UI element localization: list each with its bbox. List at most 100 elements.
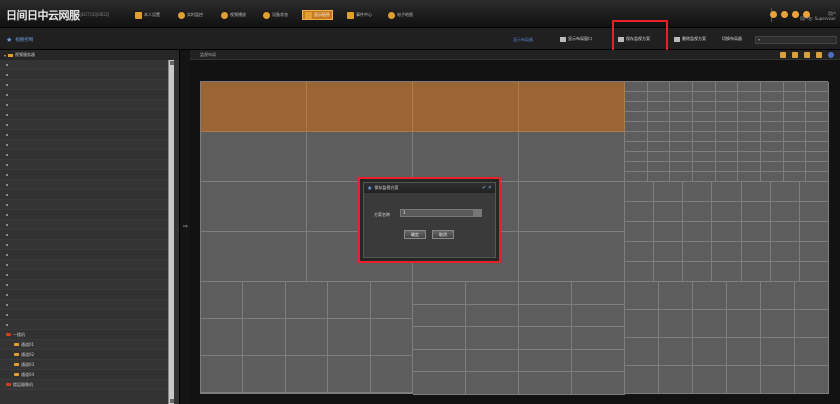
video-cell[interactable]: [715, 152, 739, 162]
tree-scrollbar[interactable]: [168, 60, 174, 404]
video-cell[interactable]: [625, 366, 659, 394]
nav-device-status[interactable]: 设备状态: [263, 10, 288, 20]
video-cell[interactable]: [625, 132, 648, 142]
video-cell[interactable]: [783, 122, 807, 132]
video-cell[interactable]: [806, 132, 829, 142]
video-cell[interactable]: [712, 182, 742, 202]
video-cell[interactable]: [693, 310, 727, 338]
video-cell[interactable]: [738, 172, 761, 182]
video-cell[interactable]: [201, 356, 244, 393]
video-cell[interactable]: [625, 182, 655, 202]
ok-button[interactable]: 确定: [404, 230, 426, 239]
video-cell[interactable]: [625, 202, 655, 222]
video-cell[interactable]: [625, 282, 659, 310]
video-cell[interactable]: [783, 82, 807, 92]
video-cell[interactable]: [712, 242, 742, 262]
video-cell[interactable]: [625, 92, 648, 102]
video-cell[interactable]: [761, 152, 784, 162]
video-cell[interactable]: [683, 202, 713, 222]
scroll-up-arrow[interactable]: [170, 61, 174, 65]
video-cell[interactable]: [795, 310, 829, 338]
video-cell[interactable]: [715, 162, 739, 172]
video-cell[interactable]: [783, 142, 807, 152]
video-cell[interactable]: [761, 162, 784, 172]
video-cell[interactable]: [625, 310, 659, 338]
video-cell[interactable]: [519, 182, 625, 232]
video-cell[interactable]: [715, 82, 739, 92]
video-cell[interactable]: [683, 222, 713, 242]
video-cell[interactable]: [738, 82, 761, 92]
tree-node[interactable]: [0, 120, 174, 130]
tree-camera-channel[interactable]: 通道04: [0, 370, 174, 380]
video-cell[interactable]: [806, 142, 829, 152]
video-cell[interactable]: [741, 202, 771, 222]
video-cell[interactable]: [693, 282, 727, 310]
video-cell[interactable]: [670, 102, 693, 112]
video-cell[interactable]: [799, 242, 829, 262]
video-cell[interactable]: [519, 327, 572, 350]
video-cell[interactable]: [243, 356, 286, 393]
video-cell[interactable]: [572, 304, 625, 328]
tree-node[interactable]: [0, 100, 174, 110]
video-cell[interactable]: [572, 282, 625, 305]
video-cell[interactable]: [738, 162, 761, 172]
video-cell[interactable]: [806, 172, 829, 182]
video-cell[interactable]: [715, 92, 739, 102]
video-cell[interactable]: [625, 82, 648, 92]
video-cell[interactable]: [647, 162, 671, 172]
video-cell[interactable]: [413, 327, 466, 350]
video-cell[interactable]: [770, 242, 800, 262]
video-cell[interactable]: [625, 222, 655, 242]
tree-node[interactable]: [0, 280, 174, 290]
scroll-down-arrow[interactable]: [170, 399, 174, 403]
tree-node[interactable]: [0, 200, 174, 210]
video-cell[interactable]: [693, 162, 716, 172]
video-cell[interactable]: [625, 162, 648, 172]
video-cell[interactable]: [285, 319, 329, 356]
video-cell[interactable]: [328, 282, 371, 319]
video-cell[interactable]: [715, 132, 739, 142]
video-cell[interactable]: [519, 232, 625, 282]
video-cell[interactable]: [647, 92, 671, 102]
video-cell[interactable]: [670, 152, 693, 162]
tree-node[interactable]: [0, 220, 174, 230]
nav-video-playback[interactable]: 视频播放: [221, 10, 246, 20]
video-cell[interactable]: [370, 282, 413, 319]
video-cell[interactable]: [727, 310, 761, 338]
video-cell[interactable]: [647, 82, 671, 92]
tree-node[interactable]: [0, 250, 174, 260]
video-cell[interactable]: [783, 92, 807, 102]
delete-monitor-plan-button[interactable]: 删除监视方案: [674, 36, 706, 42]
video-cell[interactable]: [659, 282, 693, 310]
video-cell[interactable]: [625, 172, 648, 182]
tree-camera-channel[interactable]: 通道03: [0, 360, 174, 370]
video-cell[interactable]: [795, 366, 829, 394]
video-cell[interactable]: [683, 182, 713, 202]
tree-node[interactable]: [0, 180, 174, 190]
video-cell[interactable]: [806, 102, 829, 112]
video-cell[interactable]: [727, 282, 761, 310]
video-cell[interactable]: [413, 372, 466, 395]
video-cell[interactable]: [715, 142, 739, 152]
video-cell[interactable]: [770, 262, 800, 282]
grid-icon[interactable]: [780, 52, 786, 58]
tree-node[interactable]: [0, 270, 174, 280]
video-cell[interactable]: [370, 356, 413, 393]
video-cell[interactable]: [670, 122, 693, 132]
video-cell[interactable]: [741, 262, 771, 282]
video-cell[interactable]: [201, 182, 307, 232]
video-cell[interactable]: [659, 338, 693, 366]
video-cell[interactable]: [413, 82, 519, 132]
refresh-icon[interactable]: [770, 11, 777, 18]
video-cell[interactable]: [625, 262, 655, 282]
video-cell[interactable]: [647, 152, 671, 162]
video-cell[interactable]: [413, 132, 519, 182]
video-cell[interactable]: [670, 132, 693, 142]
video-cell[interactable]: [519, 82, 625, 132]
pan-icon[interactable]: [816, 52, 822, 58]
video-cell[interactable]: [647, 122, 671, 132]
video-cell[interactable]: [806, 82, 829, 92]
zoom-icon[interactable]: [804, 52, 810, 58]
video-cell[interactable]: [654, 262, 684, 282]
video-cell[interactable]: [201, 282, 244, 319]
